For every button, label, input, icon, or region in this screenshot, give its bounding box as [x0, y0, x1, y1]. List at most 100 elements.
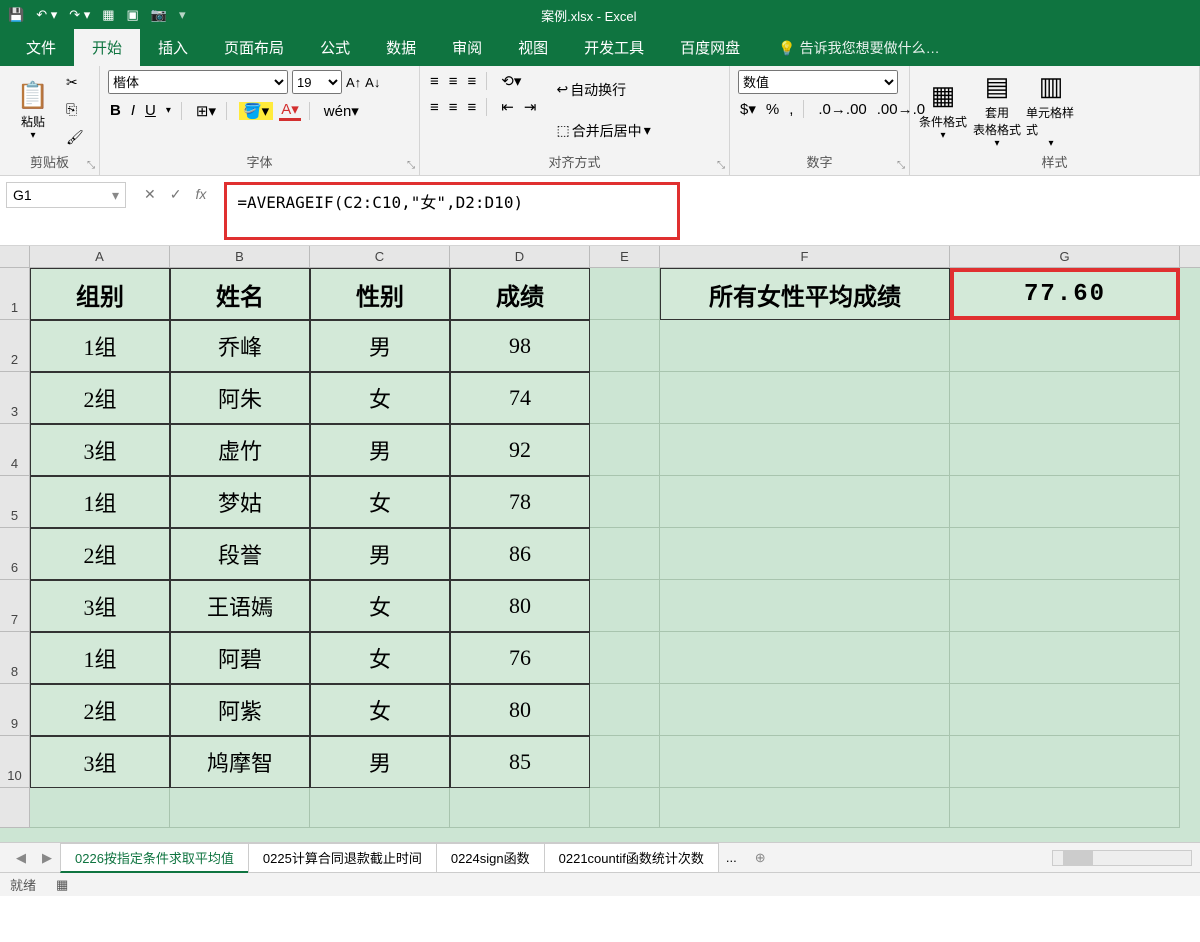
align-left-icon[interactable]: ≡ [428, 99, 441, 116]
cell[interactable]: 梦姑 [170, 476, 310, 528]
tab-developer[interactable]: 开发工具 [566, 29, 662, 66]
sheet-nav-prev-icon[interactable]: ◀ [8, 850, 34, 866]
tab-layout[interactable]: 页面布局 [206, 29, 302, 66]
sheet-nav-next-icon[interactable]: ▶ [34, 850, 60, 866]
tab-formulas[interactable]: 公式 [302, 29, 368, 66]
cell[interactable] [590, 632, 660, 684]
dialog-launcher-icon[interactable]: ⤡ [407, 160, 415, 171]
cell[interactable] [590, 424, 660, 476]
cell[interactable]: 1组 [30, 320, 170, 372]
cell[interactable] [660, 788, 950, 828]
cut-icon[interactable]: ✂ [62, 72, 88, 93]
cell[interactable]: 男 [310, 528, 450, 580]
row-header[interactable]: 5 [0, 476, 30, 528]
cell[interactable] [950, 580, 1180, 632]
cell[interactable] [950, 372, 1180, 424]
cell[interactable]: 92 [450, 424, 590, 476]
cell[interactable] [660, 424, 950, 476]
cell[interactable]: 王语嫣 [170, 580, 310, 632]
tab-home[interactable]: 开始 [74, 29, 140, 66]
cell[interactable]: 姓名 [170, 268, 310, 320]
fill-color-icon[interactable]: 🪣▾ [239, 102, 273, 120]
cell[interactable]: 女 [310, 476, 450, 528]
align-right-icon[interactable]: ≡ [466, 99, 479, 116]
dialog-launcher-icon[interactable]: ⤡ [87, 160, 95, 171]
cell[interactable]: 阿朱 [170, 372, 310, 424]
cell[interactable] [590, 372, 660, 424]
cell[interactable]: 1组 [30, 632, 170, 684]
sheet-tab[interactable]: 0225计算合同退款截止时间 [248, 843, 437, 873]
wrap-text-button[interactable]: ↩自动换行 [552, 78, 654, 102]
column-header[interactable]: B [170, 246, 310, 267]
cell[interactable] [310, 788, 450, 828]
cell[interactable]: 组别 [30, 268, 170, 320]
cell[interactable] [660, 320, 950, 372]
result-cell[interactable]: 77.60 [950, 268, 1180, 320]
cell[interactable] [590, 320, 660, 372]
row-header[interactable]: 9 [0, 684, 30, 736]
redo-icon[interactable]: ↷ ▾ [69, 7, 90, 23]
status-mode-icon[interactable]: ▦ [56, 877, 68, 893]
cell[interactable]: 80 [450, 684, 590, 736]
format-painter-icon[interactable]: 🖌 [62, 127, 88, 148]
cell[interactable] [660, 476, 950, 528]
row-header[interactable]: 2 [0, 320, 30, 372]
column-header[interactable]: C [310, 246, 450, 267]
cell[interactable]: 虚竹 [170, 424, 310, 476]
column-header[interactable]: F [660, 246, 950, 267]
name-box[interactable]: G1 ▾ [6, 182, 126, 208]
orientation-icon[interactable]: ⟲▾ [499, 72, 523, 90]
enter-formula-icon[interactable]: ✓ [170, 186, 182, 203]
cell[interactable] [590, 476, 660, 528]
cell[interactable] [950, 476, 1180, 528]
font-size-select[interactable]: 19 [292, 70, 342, 94]
sheet-more[interactable]: ... [718, 846, 745, 869]
cell[interactable]: 78 [450, 476, 590, 528]
column-header[interactable]: A [30, 246, 170, 267]
cell[interactable]: 段誉 [170, 528, 310, 580]
cell[interactable] [660, 736, 950, 788]
cell-styles-button[interactable]: ▥单元格样式▾ [1026, 70, 1076, 150]
camera-icon[interactable]: 📷 [151, 7, 167, 23]
cell[interactable]: 74 [450, 372, 590, 424]
column-header[interactable]: G [950, 246, 1180, 267]
phonetic-icon[interactable]: wén▾ [322, 102, 361, 120]
tab-review[interactable]: 审阅 [434, 29, 500, 66]
cell[interactable]: 女 [310, 684, 450, 736]
new-sheet-icon[interactable]: ⊕ [745, 850, 776, 866]
row-header[interactable]: 4 [0, 424, 30, 476]
cell[interactable] [660, 372, 950, 424]
cell[interactable]: 98 [450, 320, 590, 372]
align-bottom-icon[interactable]: ≡ [466, 73, 479, 90]
conditional-format-button[interactable]: ▦条件格式▾ [918, 70, 968, 150]
tell-me-search[interactable]: 💡 告诉我您想要做什么… [778, 38, 939, 66]
merge-center-button[interactable]: ⬚合并后居中 ▾ [552, 119, 654, 143]
cell[interactable]: 3组 [30, 736, 170, 788]
cell[interactable]: 2组 [30, 372, 170, 424]
bold-button[interactable]: B [108, 102, 123, 119]
cell[interactable] [660, 632, 950, 684]
column-header[interactable]: D [450, 246, 590, 267]
select-all-corner[interactable] [0, 246, 30, 267]
cancel-formula-icon[interactable]: ✕ [144, 186, 156, 203]
underline-button[interactable]: U [143, 102, 158, 119]
cell[interactable] [950, 788, 1180, 828]
cell[interactable]: 2组 [30, 684, 170, 736]
format-table-button[interactable]: ▤套用 表格格式▾ [972, 70, 1022, 150]
cell[interactable] [30, 788, 170, 828]
cell[interactable] [660, 684, 950, 736]
decrease-indent-icon[interactable]: ⇤ [499, 98, 516, 116]
cell[interactable]: 85 [450, 736, 590, 788]
number-format-select[interactable]: 数值 [738, 70, 898, 94]
chevron-down-icon[interactable]: ▾ [112, 187, 119, 204]
cell[interactable]: 女 [310, 632, 450, 684]
tab-baidu[interactable]: 百度网盘 [662, 29, 758, 66]
align-middle-icon[interactable]: ≡ [447, 73, 460, 90]
cell[interactable]: 女 [310, 372, 450, 424]
font-name-select[interactable]: 楷体 [108, 70, 288, 94]
column-header[interactable]: E [590, 246, 660, 267]
dialog-launcher-icon[interactable]: ⤡ [717, 160, 725, 171]
cell[interactable]: 76 [450, 632, 590, 684]
cell[interactable]: 男 [310, 424, 450, 476]
cell[interactable]: 乔峰 [170, 320, 310, 372]
